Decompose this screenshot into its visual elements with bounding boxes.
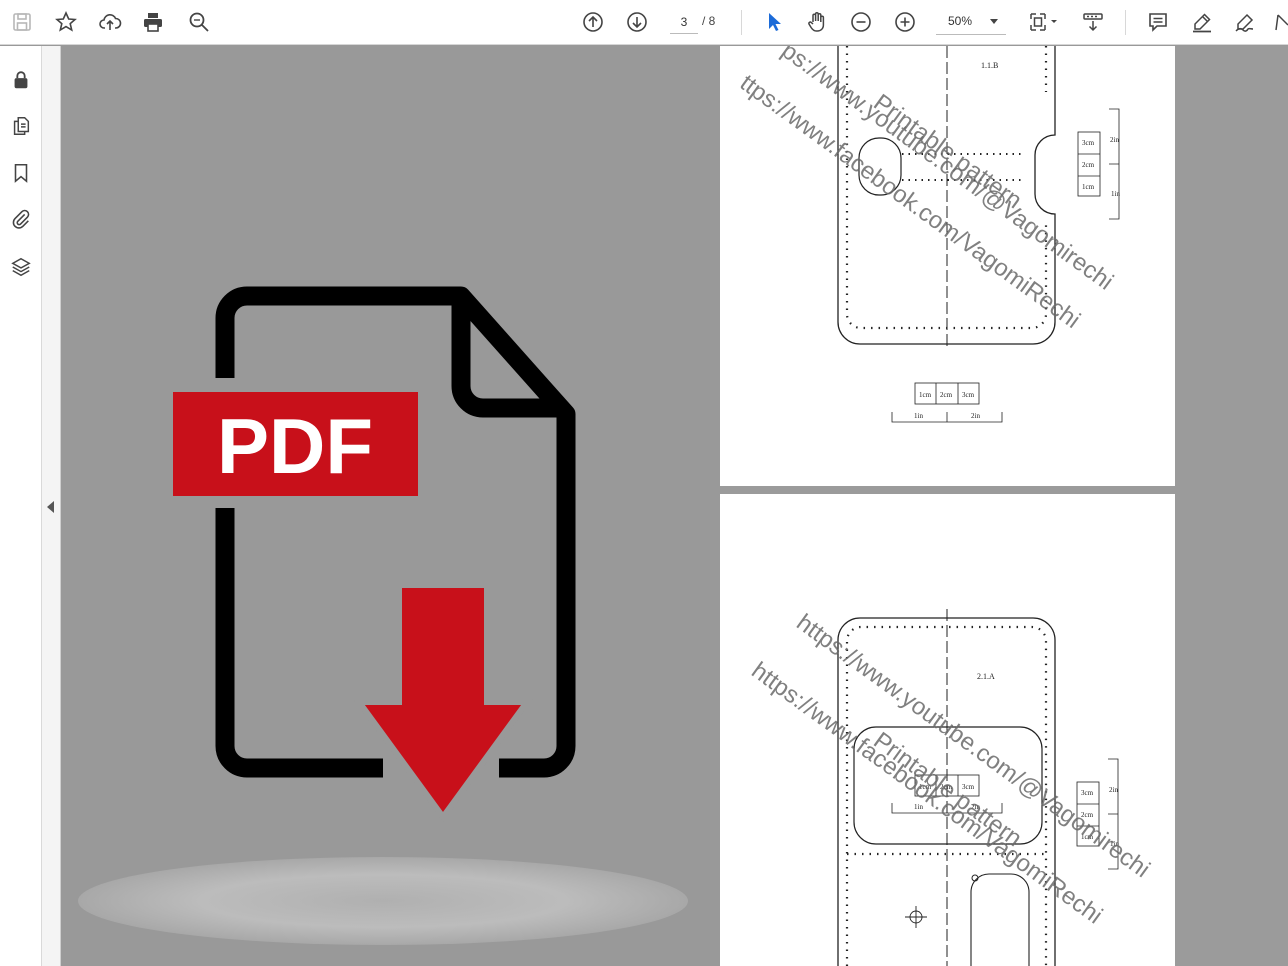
bottom-scale-label: 1cm <box>919 391 932 399</box>
pdf-viewer-window: / 8 50% <box>0 0 1288 966</box>
bottom-scale-label: 2cm <box>940 391 953 399</box>
side-scale-label: 1cm <box>1082 183 1095 191</box>
card-slot-outline <box>970 873 1030 966</box>
sign-icon[interactable] <box>1228 5 1262 39</box>
bookmark-star-icon[interactable] <box>49 5 83 39</box>
pattern-page: 2.1.A 1cm 2cm 3cm 1in 2in 3cm 2cm 1cm 2i… <box>720 494 1175 966</box>
bottom-inch-bracket <box>891 412 1003 423</box>
pdf-badge-text: PDF <box>217 402 373 490</box>
pages-icon[interactable] <box>7 112 35 140</box>
chevron-left-icon <box>47 501 54 513</box>
download-arrow-icon <box>353 582 533 823</box>
save-icon[interactable] <box>5 5 39 39</box>
zoom-value: 50% <box>948 14 973 28</box>
pattern-drawing: 2.1.A 1cm 2cm 3cm 1in 2in 3cm 2cm 1cm 2i… <box>746 609 1155 966</box>
pdf-file-download-icon: PDF <box>78 286 688 945</box>
page-fit-icon[interactable] <box>1022 5 1064 39</box>
find-icon[interactable] <box>182 5 216 39</box>
page-separator <box>720 486 1175 494</box>
side-scale-label: 2cm <box>1082 161 1095 169</box>
scroll-mode-icon[interactable] <box>1076 5 1110 39</box>
zoom-in-icon[interactable] <box>888 5 922 39</box>
left-navigation-rail <box>0 46 42 966</box>
more-tools-icon[interactable] <box>1272 5 1288 39</box>
pattern-label: 2.1.A <box>977 672 995 681</box>
select-arrow-icon[interactable] <box>757 5 791 39</box>
side-scale-label: 3cm <box>1082 139 1095 147</box>
sidebar-collapse-handle[interactable] <box>42 46 61 966</box>
pattern-page: 1.1.B 3cm 2cm 1cm 2in 1in 1cm 2cm 3cm 1i… <box>720 46 1175 486</box>
lock-icon[interactable] <box>7 66 35 94</box>
upload-cloud-icon[interactable] <box>93 5 127 39</box>
side-inch-label: 2in <box>1109 786 1118 794</box>
floor-shadow <box>78 857 688 945</box>
bookmark-icon[interactable] <box>7 159 35 187</box>
attachment-icon[interactable] <box>7 205 35 233</box>
zoom-out-icon[interactable] <box>844 5 878 39</box>
highlight-icon[interactable] <box>1185 5 1219 39</box>
layers-icon[interactable] <box>7 253 35 281</box>
page-total-label: / 8 <box>702 14 716 28</box>
pattern-drawing: 1.1.B 3cm 2cm 1cm 2in 1in 1cm 2cm 3cm 1i… <box>735 46 1120 423</box>
document-viewport[interactable]: PDF 1.1.B 3cm 2cm 1cm 2in 1in 1cm 2cm 3c… <box>61 46 1288 966</box>
bottom-inch-label: 1in <box>914 412 923 420</box>
pattern-label: 1.1.B <box>981 61 998 70</box>
side-inch-bracket <box>1109 108 1120 220</box>
side-inch-label: 1in <box>1111 190 1120 198</box>
side-inch-label: 2in <box>1110 136 1119 144</box>
side-scale-label: 3cm <box>1081 789 1094 797</box>
next-page-icon[interactable] <box>620 5 654 39</box>
file-outline-lower <box>215 508 383 778</box>
previous-page-icon[interactable] <box>576 5 610 39</box>
zoom-select[interactable]: 50% <box>936 10 1006 35</box>
print-icon[interactable] <box>136 5 170 39</box>
crosshair-mark <box>905 906 927 928</box>
bottom-scale-label: 3cm <box>962 391 975 399</box>
chevron-down-icon <box>990 19 998 24</box>
top-toolbar: / 8 50% <box>0 0 1288 45</box>
page-number-input[interactable] <box>670 10 698 34</box>
bottom-inch-label: 2in <box>971 412 980 420</box>
toolbar-divider <box>1125 10 1126 35</box>
comment-icon[interactable] <box>1141 5 1175 39</box>
hand-tool-icon[interactable] <box>800 5 834 39</box>
toolbar-divider <box>741 10 742 35</box>
pdf-download-graphic: PDF <box>61 46 720 966</box>
file-outline <box>215 286 576 778</box>
